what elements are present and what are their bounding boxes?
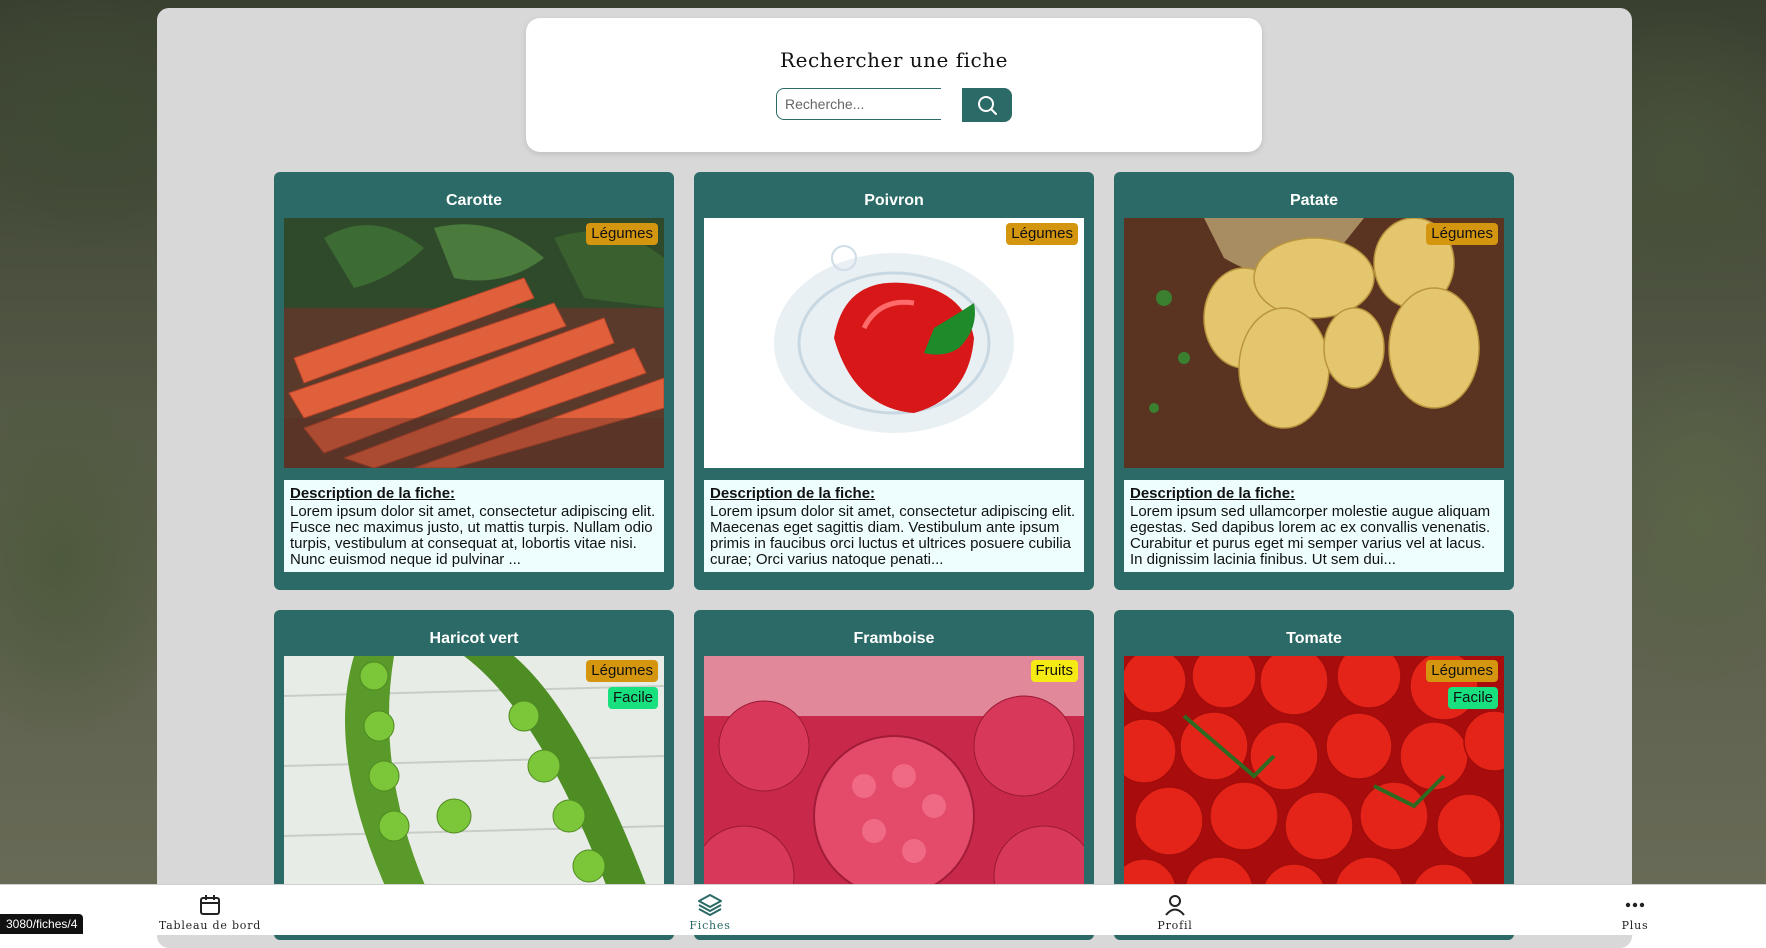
tag-legumes: Légumes [1426, 223, 1498, 245]
card-title: Tomate [1286, 630, 1342, 647]
card-carotte[interactable]: Carotte Légumes Description de la fiche:… [274, 172, 674, 590]
nav-label: Tableau de bord [158, 919, 262, 932]
search-icon [978, 96, 997, 115]
tag-fruits: Fruits [1030, 660, 1078, 682]
tag-legumes: Légumes [586, 223, 658, 245]
description-heading: Description de la fiche: [710, 485, 876, 502]
card-title: Framboise [853, 630, 935, 647]
search-button[interactable] [962, 88, 1012, 122]
description-text: Lorem ipsum dolor sit amet, consectetur … [710, 504, 1076, 568]
tag-facile: Facile [1447, 687, 1498, 709]
nav-fiches[interactable]: Fiches [640, 893, 780, 932]
card-description: Description de la fiche: Lorem ipsum dol… [284, 480, 664, 572]
search-input[interactable] [776, 88, 941, 120]
status-url-tooltip: 3080/fiches/4 [0, 914, 84, 934]
tag-legumes: Légumes [1006, 223, 1078, 245]
bottom-nav: Tableau de bord Fiches Profil Plus [0, 884, 1766, 935]
card-image-framboise: Fruits [704, 656, 1084, 906]
nav-dashboard[interactable]: Tableau de bord [140, 893, 280, 932]
card-patate[interactable]: Patate Légumes Description de la fiche: … [1114, 172, 1514, 590]
more-icon [1625, 902, 1645, 908]
card-description: Description de la fiche: Lorem ipsum sed… [1124, 480, 1504, 572]
search-title: Rechercher une fiche [780, 48, 1008, 72]
nav-plus[interactable]: Plus [1565, 893, 1705, 932]
card-description: Description de la fiche: Lorem ipsum dol… [704, 480, 1084, 572]
description-text: Lorem ipsum dolor sit amet, consectetur … [290, 504, 656, 568]
user-icon [1165, 895, 1185, 916]
nav-label: Fiches [689, 919, 731, 932]
card-title: Carotte [445, 192, 502, 209]
card-image-tomate: Légumes Facile [1124, 656, 1504, 906]
nav-label: Plus [1621, 919, 1649, 932]
card-image-carotte: Légumes [284, 218, 664, 468]
calendar-icon [200, 895, 220, 915]
search-card: Rechercher une fiche [526, 18, 1262, 152]
card-title: Haricot vert [429, 630, 519, 647]
card-poivron[interactable]: Poivron Légumes Description de la fiche:… [694, 172, 1094, 590]
tag-legumes: Légumes [586, 660, 658, 682]
description-heading: Description de la fiche: [1130, 485, 1296, 502]
card-image-poivron: Légumes [704, 218, 1084, 468]
tag-legumes: Légumes [1426, 660, 1498, 682]
description-heading: Description de la fiche: [290, 485, 456, 502]
card-image-haricot-vert: Légumes Facile [284, 656, 664, 906]
nav-label: Profil [1157, 919, 1193, 932]
nav-profil[interactable]: Profil [1105, 893, 1245, 932]
card-image-patate: Légumes [1124, 218, 1504, 468]
card-title: Poivron [864, 192, 924, 209]
card-title: Patate [1289, 192, 1339, 209]
layers-icon [698, 894, 722, 916]
tag-facile: Facile [607, 687, 658, 709]
description-text: Lorem ipsum sed ullamcorper molestie aug… [1130, 504, 1491, 568]
